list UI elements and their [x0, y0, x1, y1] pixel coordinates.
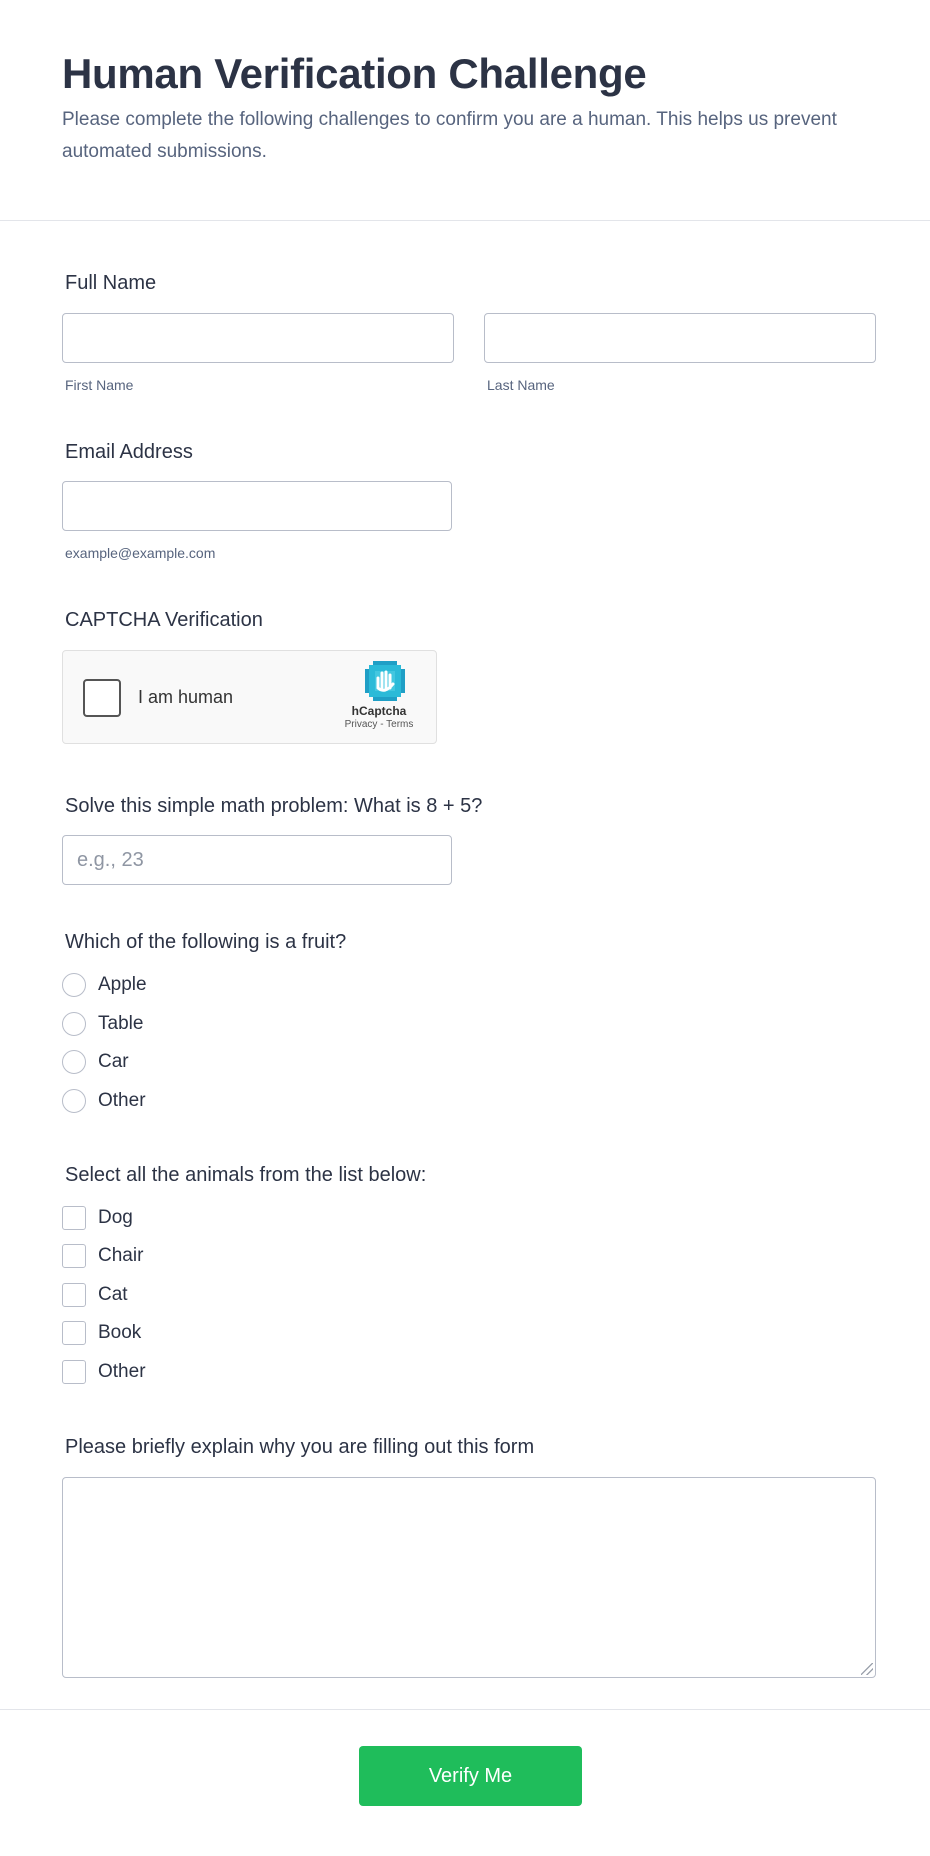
animal-option-cat[interactable]: Cat	[62, 1282, 128, 1308]
radio-button[interactable]	[62, 1089, 86, 1113]
reason-textarea[interactable]	[62, 1477, 876, 1678]
last-name-input[interactable]	[484, 313, 876, 363]
checkbox[interactable]	[62, 1283, 86, 1307]
fruit-option-apple[interactable]: Apple	[62, 972, 147, 998]
fruit-option-table[interactable]: Table	[62, 1011, 143, 1037]
animal-option-dog[interactable]: Dog	[62, 1205, 133, 1231]
captcha-checkbox[interactable]	[83, 679, 121, 717]
fruit-option-car[interactable]: Car	[62, 1049, 129, 1075]
verification-form-page: Human Verification Challenge Please comp…	[0, 0, 930, 1856]
radio-button[interactable]	[62, 1012, 86, 1036]
email-label: Email Address	[65, 441, 193, 463]
hcaptcha-brand: hCaptcha	[351, 704, 407, 718]
option-label: Chair	[98, 1245, 144, 1266]
full-name-label: Full Name	[65, 272, 157, 294]
math-question-label: Solve this simple math problem: What is …	[65, 795, 483, 817]
animal-option-book[interactable]: Book	[62, 1320, 141, 1346]
checkbox[interactable]	[62, 1321, 86, 1345]
math-answer-input[interactable]	[62, 835, 452, 885]
page-subtitle: Please complete the following challenges…	[62, 109, 837, 162]
radio-button[interactable]	[62, 1050, 86, 1074]
option-label: Car	[98, 1051, 129, 1072]
captcha-checkbox-text: I am human	[138, 687, 234, 707]
checkbox[interactable]	[62, 1244, 86, 1268]
captcha-label: CAPTCHA Verification	[65, 609, 263, 631]
fruit-question-label: Which of the following is a fruit?	[65, 931, 347, 953]
option-label: Table	[98, 1013, 144, 1034]
option-label: Other	[98, 1090, 146, 1111]
option-label: Other	[98, 1361, 146, 1382]
option-label: Book	[98, 1322, 142, 1343]
radio-button[interactable]	[62, 973, 86, 997]
hcaptcha-hand-icon	[365, 661, 405, 701]
first-name-sublabel: First Name	[65, 377, 134, 393]
first-name-input[interactable]	[62, 313, 454, 363]
hcaptcha-widget: I am human hCaptcha Privacy - Terms	[62, 650, 437, 744]
reason-label: Please briefly explain why you are filli…	[65, 1436, 535, 1458]
checkbox[interactable]	[62, 1360, 86, 1384]
animal-option-other[interactable]: Other	[62, 1359, 146, 1385]
option-label: Apple	[98, 974, 147, 995]
fruit-option-other[interactable]: Other	[62, 1088, 146, 1114]
form-header: Human Verification Challenge Please comp…	[0, 0, 930, 221]
textarea-resize-handle[interactable]	[861, 1663, 873, 1675]
animal-option-chair[interactable]: Chair	[62, 1243, 143, 1269]
verify-submit-button[interactable]: Verify Me	[359, 1746, 582, 1806]
page-title: Human Verification Challenge	[62, 50, 647, 97]
animals-question-label: Select all the animals from the list bel…	[65, 1164, 427, 1186]
option-label: Dog	[98, 1207, 133, 1228]
email-input[interactable]	[62, 481, 452, 531]
email-sublabel: example@example.com	[65, 545, 216, 561]
option-label: Cat	[98, 1284, 128, 1305]
hcaptcha-links[interactable]: Privacy - Terms	[329, 719, 429, 730]
last-name-sublabel: Last Name	[487, 377, 555, 393]
checkbox[interactable]	[62, 1206, 86, 1230]
footer-divider	[0, 1709, 930, 1710]
